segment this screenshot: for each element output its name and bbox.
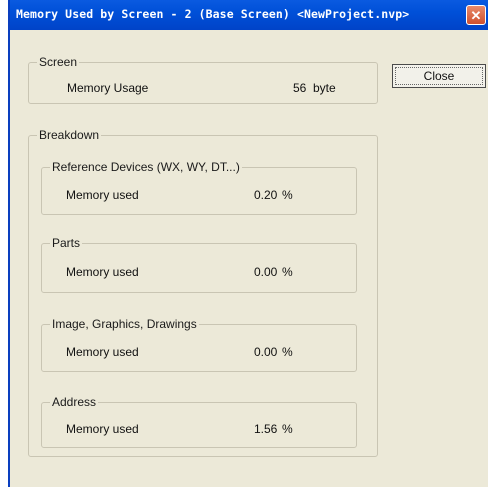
memory-used-label: Memory used [66, 422, 139, 436]
screen-group: Screen Memory Usage 56 byte [28, 55, 378, 104]
memory-used-value: 0.20 [254, 188, 278, 202]
memory-used-unit: % [282, 422, 293, 436]
screen-group-title: Screen [37, 55, 80, 69]
memory-usage-dialog: Memory Used by Screen - 2 (Base Screen) … [8, 0, 488, 487]
reference-devices-title: Reference Devices (WX, WY, DT...) [50, 160, 242, 174]
close-button[interactable]: Close [392, 64, 486, 88]
image-graphics-group: Image, Graphics, Drawings Memory used 0.… [41, 317, 357, 372]
parts-title: Parts [50, 236, 83, 250]
breakdown-group: Breakdown Reference Devices (WX, WY, DT.… [28, 128, 378, 457]
memory-used-label: Memory used [66, 345, 139, 359]
breakdown-group-title: Breakdown [37, 128, 102, 142]
memory-usage-value: 56 [293, 81, 307, 95]
memory-used-label: Memory used [66, 265, 139, 279]
memory-used-unit: % [282, 265, 293, 279]
memory-used-value: 1.56 [254, 422, 278, 436]
title-bar[interactable]: Memory Used by Screen - 2 (Base Screen) … [10, 0, 488, 30]
image-graphics-title: Image, Graphics, Drawings [50, 317, 199, 331]
memory-used-label: Memory used [66, 188, 139, 202]
memory-used-unit: % [282, 345, 293, 359]
address-group: Address Memory used 1.56 % [41, 395, 357, 448]
address-title: Address [50, 395, 99, 409]
window-title: Memory Used by Screen - 2 (Base Screen) … [16, 7, 410, 21]
memory-used-unit: % [282, 188, 293, 202]
window-close-icon[interactable]: ✕ [466, 5, 486, 25]
reference-devices-group: Reference Devices (WX, WY, DT...) Memory… [41, 160, 357, 215]
memory-used-value: 0.00 [254, 345, 278, 359]
memory-usage-unit: byte [313, 81, 336, 95]
memory-used-value: 0.00 [254, 265, 278, 279]
parts-group: Parts Memory used 0.00 % [41, 236, 357, 293]
memory-usage-label: Memory Usage [67, 81, 149, 95]
